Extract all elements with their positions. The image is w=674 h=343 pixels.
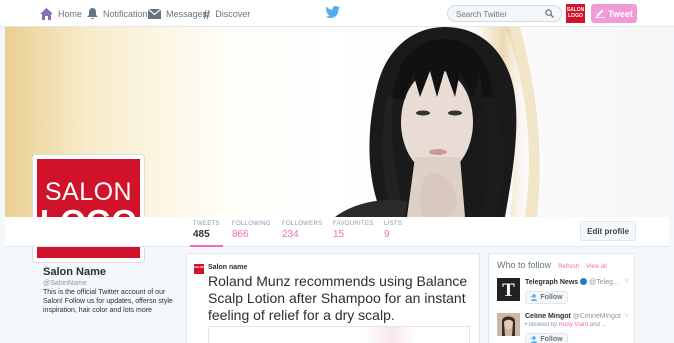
- edit-profile-button[interactable]: Edit profile: [580, 221, 636, 241]
- nav-discover-label: Discover: [215, 9, 251, 19]
- telegraph-logo: T: [497, 278, 520, 301]
- add-user-icon: +: [530, 294, 538, 301]
- follow-label: Follow: [540, 294, 563, 301]
- add-user-icon: +: [530, 336, 538, 343]
- stat-lists[interactable]: LISTS 9: [384, 221, 402, 240]
- suggestion-name-line[interactable]: Celine Mingot @CelineMingot: [525, 313, 625, 320]
- nav-messages[interactable]: Messages: [148, 6, 207, 22]
- context-prefix: Followed by: [525, 322, 559, 328]
- stat-label: FOLLOWING: [232, 221, 271, 227]
- tweet-media[interactable]: [208, 326, 470, 343]
- context-link[interactable]: Rudy Viard: [559, 322, 589, 328]
- profile-name[interactable]: Salon Name: [43, 266, 178, 278]
- tweet-button-label: Tweet: [608, 8, 633, 19]
- verified-icon: [580, 278, 588, 285]
- suggestion-handle: @CelineMingot: [572, 313, 621, 320]
- suggestion-handle: @Teleg...: [589, 279, 619, 286]
- tweet-button[interactable]: Tweet: [591, 4, 637, 23]
- profile-description: This is the official Twitter account of …: [43, 289, 173, 314]
- dismiss-icon[interactable]: ×: [624, 276, 629, 285]
- tweet-avatar-text: SALON: [194, 265, 205, 269]
- follow-button[interactable]: + Follow: [525, 291, 568, 304]
- envelope-icon: [148, 9, 161, 19]
- dismiss-icon[interactable]: ×: [624, 311, 629, 320]
- suggestion-name: Telegraph News: [525, 279, 579, 286]
- suggestion-name-line[interactable]: Telegraph News @Teleg...: [525, 278, 625, 286]
- who-to-follow-heading: Who to follow: [497, 260, 552, 270]
- suggestion-avatar[interactable]: T: [497, 278, 520, 301]
- account-avatar-text: SALON LOGO: [566, 7, 585, 19]
- twitter-bird-icon[interactable]: [326, 6, 340, 18]
- follow-label: Follow: [540, 336, 563, 343]
- stat-followers[interactable]: FOLLOWERS 234: [282, 221, 322, 240]
- nav-discover[interactable]: # Discover: [203, 6, 250, 22]
- top-nav: Home Notifications Messages # Discover S…: [0, 0, 674, 27]
- nav-home[interactable]: Home: [40, 6, 82, 22]
- context-suffix: and ...: [588, 322, 607, 328]
- account-avatar[interactable]: SALON LOGO: [566, 4, 585, 23]
- stat-favourites[interactable]: FAVOURITES 15: [333, 221, 374, 240]
- stat-tweets[interactable]: TWEETS 485: [190, 221, 223, 247]
- suggestion-name: Celine Mingot: [525, 313, 571, 320]
- who-to-follow-title: Who to follow · Refresh · View all: [497, 260, 607, 270]
- profile-handle[interactable]: @SalonName: [43, 280, 178, 287]
- compose-icon: [595, 9, 606, 18]
- stat-value: 485: [193, 229, 210, 240]
- who-to-follow-panel: Who to follow · Refresh · View all T Tel…: [488, 253, 635, 343]
- stat-value: 234: [282, 229, 299, 240]
- suggestion-context: Followed by Rudy Viard and ...: [525, 322, 625, 328]
- nav-home-label: Home: [58, 9, 83, 19]
- title-separator: ·: [581, 264, 584, 270]
- logo-line1: SALON: [44, 178, 133, 206]
- stat-following[interactable]: FOLLOWING 866: [232, 221, 271, 240]
- stat-label: FOLLOWERS: [282, 221, 323, 227]
- profile-stats-bar: TWEETS 485 FOLLOWING 866 FOLLOWERS 234 F…: [5, 217, 669, 247]
- stat-value: 15: [333, 229, 345, 240]
- nav-notifications[interactable]: Notifications: [87, 6, 152, 22]
- tweet-text: Roland Munz recommends using Balance Sca…: [208, 273, 468, 323]
- refresh-link[interactable]: Refresh: [558, 264, 579, 270]
- nav-notifications-label: Notifications: [103, 9, 153, 19]
- home-icon: [40, 8, 53, 20]
- search-input[interactable]: [456, 9, 541, 19]
- suggestion-avatar[interactable]: [497, 313, 520, 336]
- nav-messages-label: Messages: [166, 9, 208, 19]
- stat-label: TWEETS: [193, 221, 220, 227]
- celine-photo: [497, 313, 520, 336]
- search-box[interactable]: [447, 5, 562, 22]
- search-icon[interactable]: [545, 9, 554, 18]
- bell-icon: [87, 8, 98, 20]
- hash-icon: #: [203, 6, 211, 22]
- stat-value: 866: [232, 229, 249, 240]
- profile-bio: Salon Name @SalonName This is the offici…: [43, 266, 178, 315]
- stat-value: 9: [384, 229, 390, 240]
- tweet-avatar[interactable]: SALON: [194, 264, 205, 274]
- stat-label: FAVOURITES: [333, 221, 374, 227]
- stat-label: LISTS: [384, 221, 403, 227]
- follow-button[interactable]: + Follow: [525, 333, 568, 343]
- title-separator: ·: [553, 264, 556, 270]
- view-all-link[interactable]: View all: [586, 264, 607, 270]
- tweet-author[interactable]: Salon name: [208, 264, 247, 271]
- tweet-card[interactable]: SALON Salon name Roland Munz recommends …: [186, 253, 480, 343]
- svg-text:T: T: [502, 280, 515, 301]
